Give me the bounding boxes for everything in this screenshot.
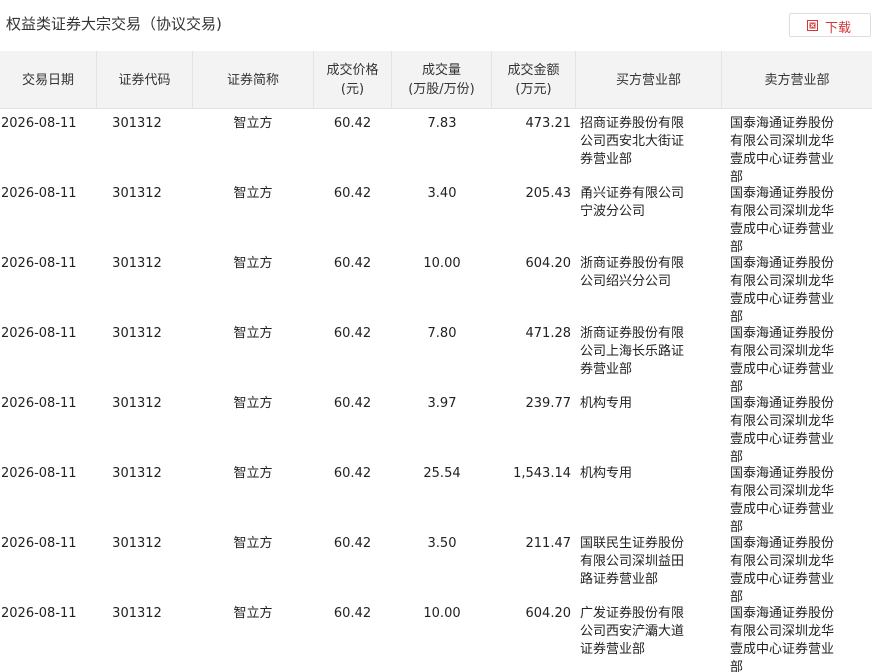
security-name-cell: 智立方 [233, 186, 273, 201]
table-header: 交易日期 证券代码 证券简称 成交价格 (元) 成交量 (万股/万份) 成交金额 (万… [0, 51, 872, 109]
amount-cell: 604.20 [525, 606, 572, 621]
column-header-label: 证券简称 [226, 72, 279, 88]
buyer-branch-cell: 机构专用 [580, 396, 633, 411]
table-row: 2026-08-11 301312 智立方 60.42 25.54 1,543.14 机构专… [0, 460, 872, 535]
trade-date-cell: 2026-08-11 [1, 326, 77, 341]
volume-cell: 25.54 [423, 466, 461, 481]
table-body: 2026-08-11 301312 智立方 60.42 7.83 473.21 招商证券股份… [0, 110, 872, 672]
security-name-cell: 智立方 [233, 606, 273, 621]
seller-branch-cell: 国泰海通证券股份有限公司深圳龙华壹成中心证券营业部 [730, 606, 835, 672]
security-code-cell: 301312 [112, 606, 162, 621]
column-header-label: (万元) [515, 82, 552, 97]
security-code-cell: 301312 [112, 116, 162, 131]
trade-date-cell: 2026-08-11 [1, 536, 77, 551]
seller-branch-cell: 国泰海通证券股份有限公司深圳龙华壹成中心证券营业部 [730, 256, 835, 325]
volume-cell: 3.40 [427, 186, 457, 201]
buyer-branch-cell: 浙商证券股份有限公司绍兴分公司 [580, 256, 685, 289]
volume-cell: 10.00 [423, 606, 461, 621]
buyer-branch-cell: 国联民生证券股份有限公司深圳益田路证券营业部 [580, 536, 685, 587]
price-cell: 60.42 [333, 396, 372, 411]
column-header-label: 交易日期 [21, 72, 74, 88]
column-header-label: 成交量 [421, 63, 461, 78]
amount-cell: 471.28 [525, 326, 572, 341]
price-cell: 60.42 [333, 536, 372, 551]
seller-branch-cell: 国泰海通证券股份有限公司深圳龙华壹成中心证券营业部 [730, 466, 835, 535]
seller-branch-cell: 国泰海通证券股份有限公司深圳龙华壹成中心证券营业部 [730, 116, 835, 185]
volume-cell: 3.97 [427, 396, 457, 411]
column-header-volume[interactable]: 成交量 (万股/万份) [392, 51, 492, 109]
volume-cell: 3.50 [427, 536, 457, 551]
page-header: 权益类证券大宗交易（协议交易) 下载 [0, 0, 872, 50]
table-row: 2026-08-11 301312 智立方 60.42 7.80 471.28 浙商证券股份… [0, 320, 872, 395]
table-row: 2026-08-11 301312 智立方 60.42 10.00 604.20 广发证券股… [0, 600, 872, 672]
column-header-label: 买方营业部 [615, 72, 681, 88]
amount-cell: 211.47 [525, 536, 572, 551]
column-header-label: 成交价格 [326, 63, 379, 78]
price-cell: 60.42 [333, 116, 372, 131]
seller-branch-cell: 国泰海通证券股份有限公司深圳龙华壹成中心证券营业部 [730, 536, 835, 605]
security-code-cell: 301312 [112, 466, 162, 481]
security-name-cell: 智立方 [233, 326, 273, 341]
seller-branch-cell: 国泰海通证券股份有限公司深圳龙华壹成中心证券营业部 [730, 396, 835, 465]
column-header-name[interactable]: 证券简称 [193, 51, 314, 109]
page-title: 权益类证券大宗交易（协议交易) [6, 15, 222, 33]
buyer-branch-cell: 招商证券股份有限公司西安北大街证券营业部 [580, 116, 685, 167]
amount-cell: 604.20 [525, 256, 572, 271]
column-header-label: 成交金额 [507, 63, 560, 78]
price-cell: 60.42 [333, 326, 372, 341]
security-name-cell: 智立方 [233, 466, 273, 481]
price-cell: 60.42 [333, 466, 372, 481]
security-name-cell: 智立方 [233, 116, 273, 131]
amount-cell: 473.21 [525, 116, 572, 131]
column-header-label: 证券代码 [118, 72, 171, 88]
price-cell: 60.42 [333, 186, 372, 201]
column-header-label: (万股/万份) [408, 82, 475, 97]
security-code-cell: 301312 [112, 536, 162, 551]
column-header-price[interactable]: 成交价格 (元) [314, 51, 392, 109]
buyer-branch-cell: 广发证券股份有限公司西安浐灞大道证券营业部 [580, 606, 685, 657]
security-code-cell: 301312 [112, 326, 162, 341]
seller-branch-cell: 国泰海通证券股份有限公司深圳龙华壹成中心证券营业部 [730, 326, 835, 395]
trade-date-cell: 2026-08-11 [1, 116, 77, 131]
amount-cell: 205.43 [525, 186, 572, 201]
price-cell: 60.42 [333, 256, 372, 271]
buyer-branch-cell: 机构专用 [580, 466, 633, 481]
table-row: 2026-08-11 301312 智立方 60.42 3.40 205.43 甬兴证券有限… [0, 180, 872, 255]
seller-branch-cell: 国泰海通证券股份有限公司深圳龙华壹成中心证券营业部 [730, 186, 835, 255]
column-header-label: 卖方营业部 [764, 72, 830, 88]
trade-date-cell: 2026-08-11 [1, 396, 77, 411]
excel-icon [807, 20, 818, 31]
security-name-cell: 智立方 [233, 256, 273, 271]
buyer-branch-cell: 甬兴证券有限公司宁波分公司 [580, 186, 685, 219]
security-name-cell: 智立方 [233, 396, 273, 411]
security-code-cell: 301312 [112, 396, 162, 411]
amount-cell: 1,543.14 [513, 466, 571, 481]
trade-date-cell: 2026-08-11 [1, 256, 77, 271]
table-row: 2026-08-11 301312 智立方 60.42 3.97 239.77 机构专用 国泰… [0, 390, 872, 465]
column-header-buyer[interactable]: 买方营业部 [576, 51, 722, 109]
table-row: 2026-08-11 301312 智立方 60.42 10.00 604.20 浙商证券股… [0, 250, 872, 325]
security-name-cell: 智立方 [233, 536, 273, 551]
security-code-cell: 301312 [112, 186, 162, 201]
table-row: 2026-08-11 301312 智立方 60.42 7.83 473.21 招商证券股份… [0, 110, 872, 185]
price-cell: 60.42 [333, 606, 372, 621]
volume-cell: 10.00 [423, 256, 461, 271]
trade-date-cell: 2026-08-11 [1, 186, 77, 201]
download-button[interactable]: 下载 [789, 13, 871, 37]
column-header-seller[interactable]: 卖方营业部 [722, 51, 872, 109]
amount-cell: 239.77 [525, 396, 572, 411]
table-row: 2026-08-11 301312 智立方 60.42 3.50 211.47 国联民生证券… [0, 530, 872, 605]
column-header-date[interactable]: 交易日期 [0, 51, 97, 109]
column-header-code[interactable]: 证券代码 [97, 51, 193, 109]
buyer-branch-cell: 浙商证券股份有限公司上海长乐路证券营业部 [580, 326, 685, 377]
download-label: 下载 [825, 21, 852, 36]
volume-cell: 7.80 [427, 326, 457, 341]
trade-date-cell: 2026-08-11 [1, 606, 77, 621]
column-header-label: (元) [340, 82, 365, 97]
volume-cell: 7.83 [427, 116, 457, 131]
security-code-cell: 301312 [112, 256, 162, 271]
trade-date-cell: 2026-08-11 [1, 466, 77, 481]
column-header-amount[interactable]: 成交金额 (万元) [492, 51, 576, 109]
